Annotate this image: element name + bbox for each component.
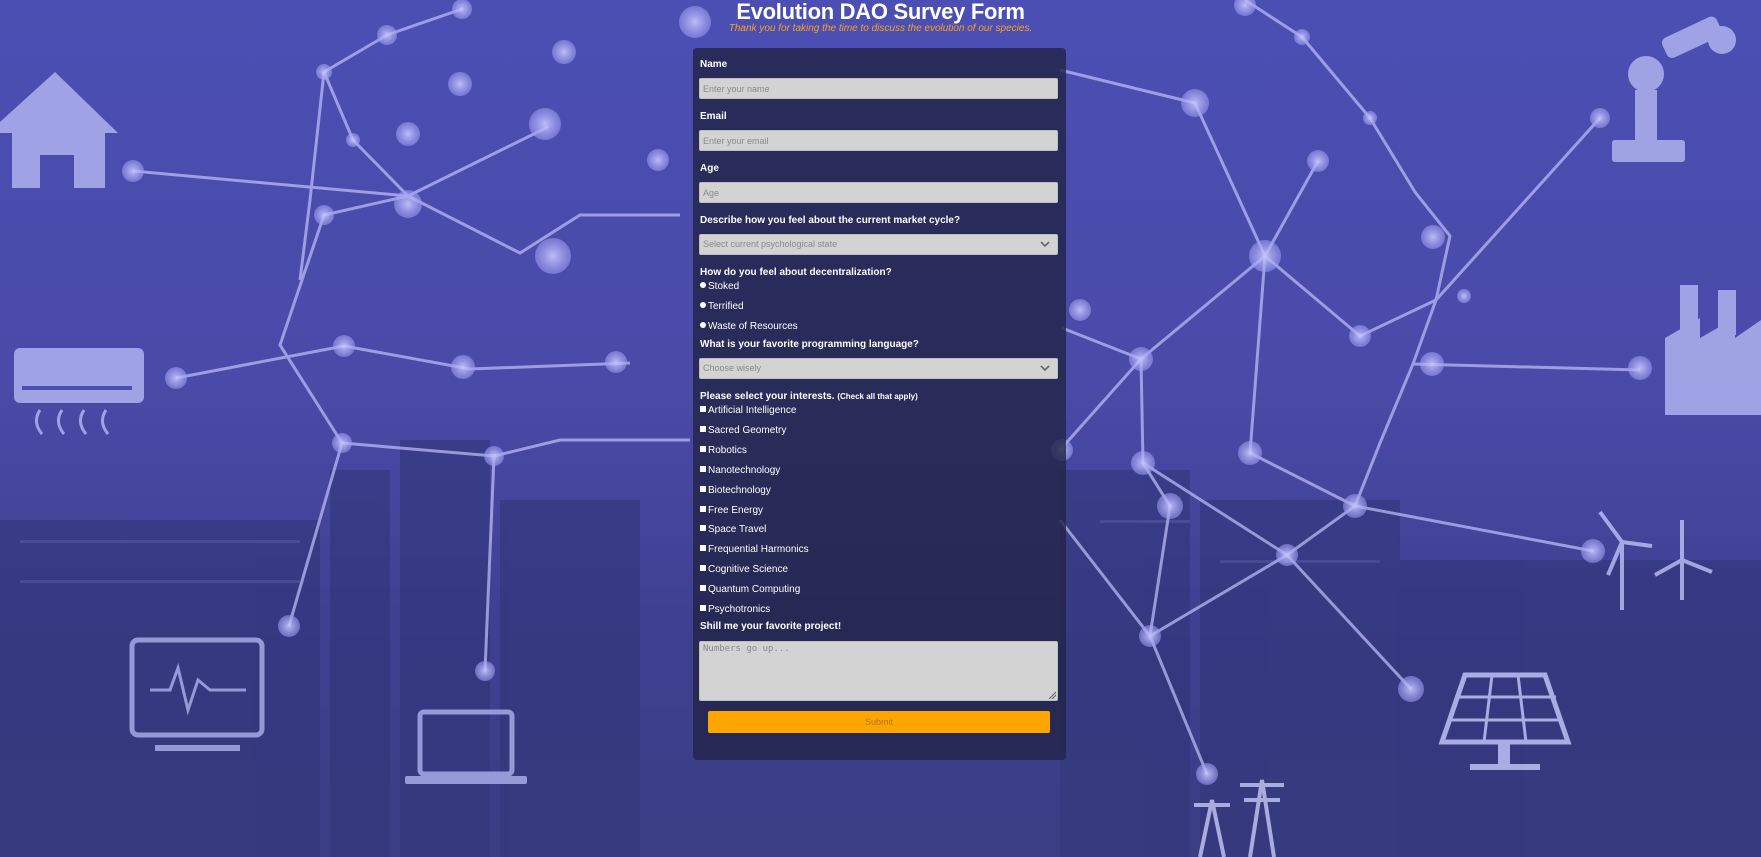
checkbox-ai[interactable]: Artificial Intelligence: [700, 404, 796, 418]
page-subtitle: Thank you for taking the time to discuss…: [728, 23, 1033, 34]
checkbox-label: Quantum Computing: [708, 584, 801, 595]
checkbox-psychotronics[interactable]: Psychotronics: [700, 603, 770, 617]
radio-label: Stoked: [708, 281, 740, 292]
checkbox-biotechnology[interactable]: Biotechnology: [700, 484, 771, 498]
checkbox-nanotechnology[interactable]: Nanotechnology: [700, 464, 780, 478]
language-selected-value: Choose wisely: [703, 363, 762, 373]
checkbox-label: Cognitive Science: [708, 564, 789, 575]
radio-button[interactable]: [700, 322, 706, 329]
checkbox[interactable]: [700, 545, 706, 552]
checkbox-label: Frequential Harmonics: [708, 544, 809, 555]
radio-option-terrified[interactable]: Terrified: [700, 300, 744, 314]
checkbox-label: Robotics: [708, 445, 747, 456]
checkbox-label: Artificial Intelligence: [708, 405, 797, 416]
chevron-down-icon: [1040, 365, 1050, 372]
checkbox-label: Space Travel: [708, 524, 767, 535]
name-input[interactable]: [699, 78, 1058, 99]
checkbox[interactable]: [700, 565, 706, 572]
checkbox-frequential-harmonics[interactable]: Frequential Harmonics: [700, 543, 809, 557]
email-input[interactable]: [699, 130, 1058, 151]
radio-option-stoked[interactable]: Stoked: [700, 280, 739, 294]
radio-label: Terrified: [708, 301, 744, 312]
radio-option-waste[interactable]: Waste of Resources: [700, 320, 798, 334]
checkbox[interactable]: [700, 605, 706, 612]
project-textarea[interactable]: Numbers go up...: [699, 641, 1058, 701]
checkbox[interactable]: [700, 585, 706, 592]
radio-button[interactable]: [700, 302, 706, 309]
market-cycle-label: Describe how you feel about the current …: [700, 215, 961, 226]
form-header: Evolution DAO Survey Form Thank you for …: [0, 0, 1761, 34]
email-label: Email: [700, 111, 727, 122]
language-label: What is your favorite programming langua…: [700, 339, 919, 350]
checkbox-label: Biotechnology: [708, 485, 771, 496]
checkbox[interactable]: [700, 446, 706, 453]
checkbox-robotics[interactable]: Robotics: [700, 444, 747, 458]
checkbox-quantum-computing[interactable]: Quantum Computing: [700, 583, 800, 597]
checkbox-label: Sacred Geometry: [708, 425, 787, 436]
checkbox[interactable]: [700, 426, 706, 433]
radio-button[interactable]: [700, 282, 706, 289]
project-label: Shill me your favorite project!: [700, 621, 842, 632]
language-select[interactable]: Choose wisely: [699, 358, 1058, 379]
checkbox-space-travel[interactable]: Space Travel: [700, 523, 766, 537]
checkbox-cognitive-science[interactable]: Cognitive Science: [700, 563, 788, 577]
interests-label-text: Please select your interests.: [700, 391, 835, 402]
checkbox[interactable]: [700, 525, 706, 532]
checkbox-free-energy[interactable]: Free Energy: [700, 504, 763, 518]
interests-label: Please select your interests. (Check all…: [700, 391, 918, 402]
age-input[interactable]: [699, 182, 1058, 203]
checkbox[interactable]: [700, 466, 706, 473]
checkbox-sacred-geometry[interactable]: Sacred Geometry: [700, 424, 786, 438]
age-label: Age: [700, 163, 719, 174]
market-cycle-select[interactable]: Select current psychological state: [699, 234, 1058, 255]
checkbox-label: Psychotronics: [708, 604, 771, 615]
project-placeholder: Numbers go up...: [703, 644, 790, 654]
page-title: Evolution DAO Survey Form: [736, 0, 1025, 24]
checkbox[interactable]: [700, 406, 706, 413]
checkbox[interactable]: [700, 506, 706, 513]
decentralization-label: How do you feel about decentralization?: [700, 267, 892, 278]
survey-form: Name Email Age Describe how you feel abo…: [693, 48, 1066, 760]
checkbox-label: Free Energy: [708, 505, 764, 516]
checkbox-label: Nanotechnology: [708, 465, 781, 476]
interests-note: (Check all that apply): [837, 392, 918, 401]
market-cycle-selected-value: Select current psychological state: [703, 239, 838, 249]
checkbox[interactable]: [700, 486, 706, 493]
chevron-down-icon: [1040, 241, 1050, 248]
name-label: Name: [700, 59, 728, 70]
submit-button[interactable]: Submit: [708, 711, 1050, 733]
radio-label: Waste of Resources: [708, 321, 798, 332]
resize-grip-icon[interactable]: [1048, 691, 1056, 699]
